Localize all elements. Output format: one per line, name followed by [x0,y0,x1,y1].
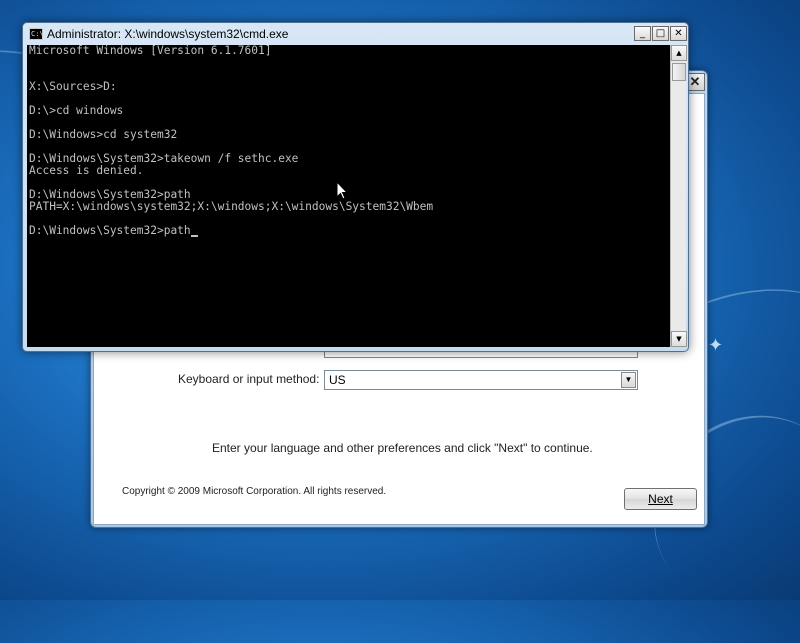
close-button[interactable]: ✕ [670,26,687,41]
keyboard-label: Keyboard or input method: [178,372,319,386]
maximize-button[interactable]: □ [652,26,669,41]
text-cursor [190,235,198,237]
console-line: Microsoft Windows [Version 6.1.7601] [29,45,272,57]
console-line: X:\Sources>D: [29,80,117,93]
console-line: D:\>cd windows [29,104,124,117]
cmd-window: C:\ Administrator: X:\windows\system32\c… [22,22,689,352]
cmd-icon[interactable]: C:\ [29,28,44,40]
scrollbar-thumb[interactable] [672,63,686,81]
keyboard-dropdown[interactable]: US ▼ [324,370,638,390]
next-button-label: Next [648,492,673,506]
mouse-pointer-icon [336,181,348,200]
console-line: D:\Windows>cd system32 [29,128,178,141]
keyboard-value: US [329,373,346,387]
setup-instruction: Enter your language and other preference… [212,441,593,455]
vertical-scrollbar[interactable]: ▲ ▼ [670,45,687,347]
copyright-text: Copyright © 2009 Microsoft Corporation. … [122,486,387,497]
chevron-down-icon[interactable]: ▼ [621,372,636,388]
scroll-up-icon[interactable]: ▲ [671,45,687,61]
minimize-button[interactable]: _ [634,26,651,41]
cmd-titlebar[interactable]: C:\ Administrator: X:\windows\system32\c… [23,23,688,45]
scroll-down-icon[interactable]: ▼ [671,331,687,347]
console-line: D:\Windows\System32>path [29,225,670,237]
sparkle-icon: ✦ [708,335,724,356]
next-button[interactable]: Next [624,488,697,510]
keyboard-label-text: Keyboard or input method: [178,372,320,386]
console-output[interactable]: Microsoft Windows [Version 6.1.7601] X:\S… [27,45,670,347]
console-line: Access is denied. [29,164,144,177]
cmd-window-title: Administrator: X:\windows\system32\cmd.e… [47,27,289,41]
console-line: PATH=X:\windows\system32;X:\windows;X:\w… [29,200,434,213]
